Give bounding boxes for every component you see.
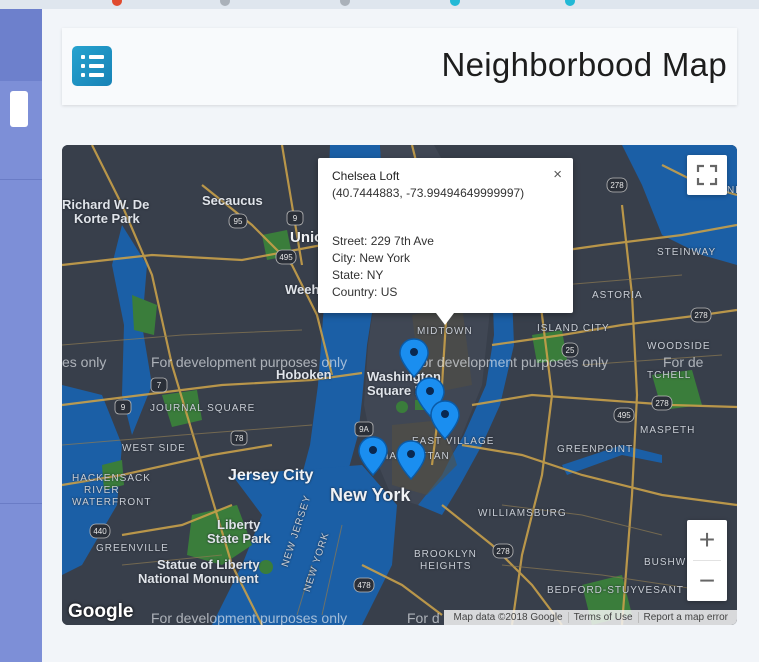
terms-of-use-link[interactable]: Terms of Use xyxy=(567,612,638,623)
map-attribution: Map data ©2018 Google Terms of Use Repor… xyxy=(444,610,737,625)
info-coordinates: (40.7444883, -73.99494649999997) xyxy=(332,186,525,200)
google-logo[interactable]: Google xyxy=(68,601,133,623)
info-window-tail xyxy=(436,313,454,325)
map-label: Secaucus xyxy=(202,193,263,208)
map-label: BEDFORD-STUYVESANT xyxy=(547,585,684,596)
map-label: MIDTOWN xyxy=(417,326,473,337)
map-marker-pin[interactable] xyxy=(358,436,388,476)
report-map-error-link[interactable]: Report a map error xyxy=(637,612,733,623)
marker-info-window: × Chelsea Loft (40.7444883, -73.99494649… xyxy=(318,158,573,325)
info-state-row: State: NY xyxy=(332,267,559,284)
rail-tab[interactable] xyxy=(10,91,28,127)
route-shield: 9A xyxy=(359,425,369,434)
route-shield: 478 xyxy=(357,581,371,590)
map-label: Korte Park xyxy=(74,211,140,226)
map-data-credit: Map data ©2018 Google xyxy=(453,612,563,623)
close-icon[interactable]: × xyxy=(553,166,562,183)
map-label: Weeh xyxy=(285,282,320,297)
route-shield: 278 xyxy=(694,311,708,320)
map-marker-pin[interactable] xyxy=(399,338,429,378)
fullscreen-icon xyxy=(696,164,718,186)
map-marker-pin[interactable] xyxy=(430,400,460,440)
route-shield: 440 xyxy=(93,527,107,536)
map-label: GREENPOINT xyxy=(557,444,634,455)
map-label: National Monument xyxy=(138,571,259,586)
info-country-label: Country: xyxy=(332,285,378,299)
info-state-label: State: xyxy=(332,268,364,282)
map-label: Jersey City xyxy=(228,467,314,484)
map-label: HACKENSACK xyxy=(72,473,151,484)
map-label: STEINWAY xyxy=(657,247,717,258)
dev-notice: For d xyxy=(407,610,440,625)
info-country-value: US xyxy=(380,285,398,299)
info-city-row: City: New York xyxy=(332,250,559,267)
map-label: MASPETH xyxy=(640,425,696,436)
route-shield: 278 xyxy=(655,399,669,408)
favicon-dot xyxy=(220,0,230,6)
map-label: State Park xyxy=(207,531,271,546)
route-shield: 278 xyxy=(496,547,510,556)
map-label: ASTORIA xyxy=(592,290,643,301)
left-app-rail xyxy=(0,9,42,662)
map-label: RIVER xyxy=(84,485,120,496)
map-label: JOURNAL SQUARE xyxy=(150,403,256,414)
fullscreen-button[interactable] xyxy=(687,155,727,195)
route-shield: 495 xyxy=(617,411,631,420)
map-label: GREENVILLE xyxy=(96,543,169,554)
dev-notice: For de xyxy=(663,354,704,370)
map-label: TCHELL xyxy=(647,370,692,381)
map-label: HEIGHTS xyxy=(420,561,472,572)
favicon-dot xyxy=(112,0,122,6)
map-label: ISLAND CITY xyxy=(537,323,610,334)
info-street-row: Street: 229 7th Ave xyxy=(332,233,559,250)
info-country-row: Country: US xyxy=(332,284,559,301)
map-label: WATERFRONT xyxy=(72,497,152,508)
map-label: Statue of Liberty xyxy=(157,557,260,572)
info-city-label: City: xyxy=(332,251,356,265)
info-street-label: Street: xyxy=(332,234,368,248)
map-marker-pin[interactable] xyxy=(396,440,426,480)
info-address: Street: 229 7th Ave City: New York State… xyxy=(332,233,559,301)
map-label: Richard W. De xyxy=(62,197,150,212)
dev-notice: For development purposes only xyxy=(412,354,609,370)
dev-notice: es only xyxy=(62,354,107,370)
info-place-name: Chelsea Loft xyxy=(332,169,400,183)
dev-notice: For development purposes only xyxy=(151,354,348,370)
route-shield: 7 xyxy=(157,381,162,390)
dev-notice: For development purposes only xyxy=(151,610,348,625)
info-state-value: NY xyxy=(366,268,384,282)
route-shield: 9 xyxy=(121,403,126,412)
favicon-dot xyxy=(340,0,350,6)
info-city-value: New York xyxy=(359,251,411,265)
map-canvas[interactable]: 95 9 495 7 9 78 9A 440 25 495 278 278 27… xyxy=(62,145,737,625)
route-shield: 278 xyxy=(610,181,624,190)
favicon-dot xyxy=(450,0,460,6)
map-label: Liberty xyxy=(217,517,261,532)
list-icon[interactable] xyxy=(72,46,112,86)
header-card: Neighborbood Map xyxy=(62,28,737,105)
map-label: WEST SIDE xyxy=(122,443,186,454)
route-shield: 95 xyxy=(234,217,243,226)
zoom-control: + − xyxy=(687,520,727,601)
route-shield: 9 xyxy=(293,214,298,223)
map-label: WILLIAMSBURG xyxy=(478,508,567,519)
page-title: Neighborbood Map xyxy=(441,46,727,83)
map-label: WOODSIDE xyxy=(647,341,711,352)
favicon-dot xyxy=(565,0,575,6)
map-label: New York xyxy=(330,485,411,505)
zoom-out-button[interactable]: − xyxy=(687,561,727,601)
info-street-value: 229 7th Ave xyxy=(370,234,434,248)
map-label: NE xyxy=(727,185,737,196)
route-shield: 78 xyxy=(235,434,244,443)
zoom-in-button[interactable]: + xyxy=(687,520,727,560)
map-label: BROOKLYN xyxy=(414,549,477,560)
route-shield: 495 xyxy=(279,253,293,262)
